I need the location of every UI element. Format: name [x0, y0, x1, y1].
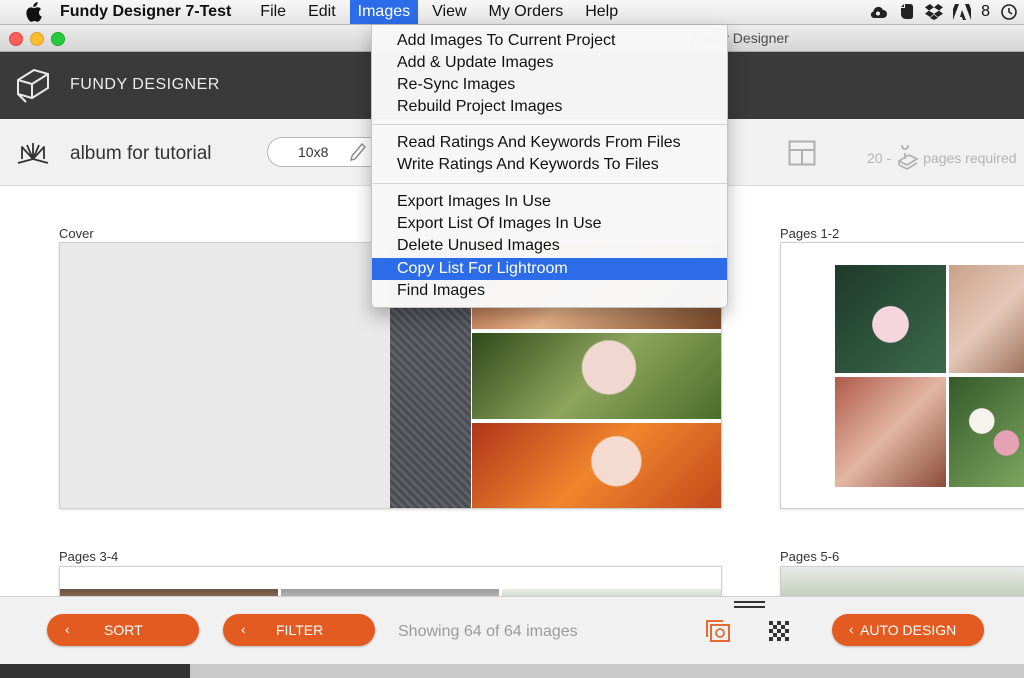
images-menu-dropdown: Add Images To Current Project Add & Upda… — [371, 25, 728, 308]
filter-button-label: FILTER — [276, 622, 324, 638]
pages-required: 20 - pages required — [867, 145, 1017, 171]
menu-item-find-images[interactable]: Find Images — [372, 280, 727, 302]
spread-1-photo-3[interactable] — [835, 377, 946, 487]
pencil-icon[interactable] — [350, 143, 366, 161]
menu-separator — [372, 124, 727, 125]
resize-grip-icon[interactable] — [734, 601, 765, 609]
cover-photo-3[interactable] — [472, 423, 721, 508]
auto-design-button-label: AUTO DESIGN — [860, 622, 957, 638]
spread-1-photo-1[interactable] — [835, 265, 946, 373]
project-title[interactable]: album for tutorial — [70, 143, 212, 165]
album-size-value: 10x8 — [298, 144, 329, 160]
pages-required-count: 20 - — [867, 150, 892, 166]
chevron-left-icon: ‹ — [241, 621, 246, 637]
filter-button[interactable]: ‹ FILTER — [223, 614, 375, 646]
menu-separator — [372, 183, 727, 184]
image-stack-icon[interactable] — [705, 619, 731, 643]
grid-pattern-icon[interactable] — [767, 619, 793, 643]
pages-5-6-label: Pages 5-6 — [780, 549, 840, 564]
evernote-icon[interactable] — [897, 3, 915, 21]
minimize-window-button[interactable] — [30, 32, 44, 46]
menu-item-read-ratings-keywords[interactable]: Read Ratings And Keywords From Files — [372, 132, 727, 154]
menu-view[interactable]: View — [424, 0, 474, 24]
menu-file[interactable]: File — [252, 0, 294, 24]
cover-label: Cover — [59, 226, 94, 241]
menu-item-rebuild-project-images[interactable]: Rebuild Project Images — [372, 96, 727, 118]
spread-1-photo-4[interactable] — [949, 377, 1024, 487]
menu-item-export-images-in-use[interactable]: Export Images In Use — [372, 191, 727, 213]
pages-3-4-label: Pages 3-4 — [59, 549, 119, 564]
time-machine-icon[interactable] — [1000, 3, 1018, 21]
cover-back-panel — [60, 243, 390, 508]
layout-icon[interactable] — [788, 140, 816, 166]
creative-cloud-icon[interactable] — [869, 3, 888, 21]
pages-1-2-label: Pages 1-2 — [780, 226, 840, 241]
menu-item-add-update-images[interactable]: Add & Update Images — [372, 52, 727, 74]
menu-edit[interactable]: Edit — [300, 0, 344, 24]
chevron-left-icon: ‹ — [65, 621, 70, 637]
menu-images[interactable]: Images — [349, 0, 419, 24]
menu-item-re-sync-images[interactable]: Re-Sync Images — [372, 74, 727, 96]
brand-name: FUNDY DESIGNER — [70, 76, 220, 93]
menu-item-add-images-to-current-project[interactable]: Add Images To Current Project — [372, 30, 727, 52]
pages-1-2-spread[interactable] — [780, 242, 1024, 509]
chevron-left-icon: ‹ — [849, 621, 854, 637]
fundy-logo-icon — [17, 68, 49, 103]
menu-item-copy-list-for-lightroom[interactable]: Copy List For Lightroom — [372, 258, 727, 280]
page-stack-icon — [897, 145, 919, 171]
menu-bar: Fundy Designer 7-Test File Edit Images V… — [0, 0, 1024, 25]
bottom-toolbar: ‹ SORT ‹ FILTER Showing 64 of 64 images … — [0, 596, 1024, 665]
adobe-icon[interactable] — [953, 3, 972, 21]
app-name-menu[interactable]: Fundy Designer 7-Test — [60, 3, 231, 21]
cover-photo-2[interactable] — [472, 333, 721, 419]
apple-icon[interactable] — [24, 2, 42, 22]
close-window-button[interactable] — [9, 32, 23, 46]
image-count-status: Showing 64 of 64 images — [398, 623, 578, 640]
zoom-window-button[interactable] — [51, 32, 65, 46]
dropbox-icon[interactable] — [925, 3, 944, 21]
menu-item-write-ratings-keywords[interactable]: Write Ratings And Keywords To Files — [372, 154, 727, 176]
menu-item-delete-unused-images[interactable]: Delete Unused Images — [372, 235, 727, 257]
menu-help[interactable]: Help — [577, 0, 626, 24]
footer-strip — [0, 664, 1024, 678]
pages-required-label: pages required — [923, 150, 1017, 166]
menu-item-export-list-of-images-in-use[interactable]: Export List Of Images In Use — [372, 213, 727, 235]
auto-design-button[interactable]: ‹ AUTO DESIGN — [832, 614, 984, 646]
sort-button[interactable]: ‹ SORT — [47, 614, 199, 646]
tray-badge-count: 8 — [981, 3, 990, 20]
menu-my-orders[interactable]: My Orders — [481, 0, 572, 24]
album-icon[interactable] — [16, 139, 50, 167]
status-tray: 8 — [869, 0, 1024, 24]
spread-1-photo-2[interactable] — [949, 265, 1024, 373]
sort-button-label: SORT — [104, 622, 143, 638]
